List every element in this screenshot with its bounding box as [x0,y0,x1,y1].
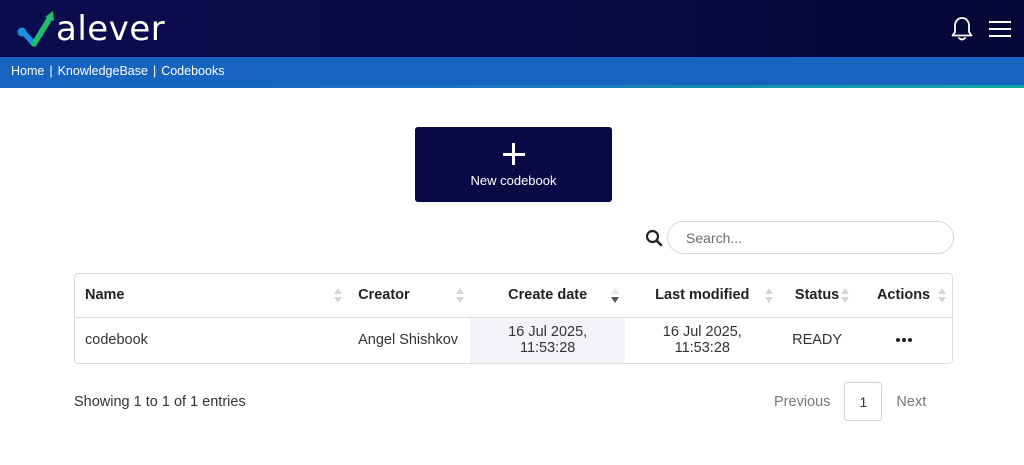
app-logo[interactable]: alever [16,8,166,49]
sort-icon [841,288,850,304]
breadcrumb-separator: | [152,64,157,78]
cell-last-modified: 16 Jul 2025, 11:53:28 [662,324,742,357]
table-row[interactable]: codebook Angel Shishkov 16 Jul 2025, 11:… [75,317,952,363]
search-input[interactable] [667,221,954,254]
plus-icon [502,143,525,165]
breadcrumb-codebooks[interactable]: Codebooks [161,64,224,78]
breadcrumb-knowledgebase[interactable]: KnowledgeBase [58,64,148,78]
column-header-actions[interactable]: Actions [855,274,952,318]
cell-name[interactable]: codebook [75,317,348,363]
column-header-label: Status [794,287,840,304]
bell-icon[interactable] [950,16,974,42]
sort-icon [765,288,774,304]
search-icon [645,229,663,246]
column-header-create-date[interactable]: Create date [469,274,626,318]
pagination: Previous 1 Next [760,382,940,421]
column-header-label: Last modified [655,287,750,304]
column-header-label: Creator [358,287,410,304]
top-navigation-bar: alever [0,0,1024,57]
column-header-label: Actions [876,287,931,304]
logo-mark-icon [17,11,54,47]
breadcrumb: Home | KnowledgeBase | Codebooks [11,64,224,78]
new-codebook-label: New codebook [470,173,557,188]
column-header-label: Create date [508,287,588,304]
next-page-button[interactable]: Next [882,394,940,410]
breadcrumb-bar: Home | KnowledgeBase | Codebooks [0,57,1024,88]
cell-status: READY [792,332,843,349]
sort-icon [455,288,464,304]
column-header-name[interactable]: Name [75,274,349,318]
breadcrumb-separator: | [49,64,53,78]
cell-creator: Angel Shishkov [358,332,459,349]
cell-create-date: 16 Jul 2025, 11:53:28 [469,317,626,363]
column-header-creator[interactable]: Creator [348,274,470,318]
breadcrumb-home[interactable]: Home [11,64,44,78]
more-horizontal-icon[interactable] [895,338,912,343]
search-area [645,221,954,254]
previous-page-button[interactable]: Previous [760,394,844,410]
column-header-last-modified[interactable]: Last modified [625,274,780,318]
new-codebook-button[interactable]: New codebook [415,127,612,202]
logo-wordmark: alever [56,9,166,49]
sort-icon [334,288,343,304]
sort-descending-icon [611,288,620,304]
table-header-row: Name Creator Create date Last modified S… [75,274,952,318]
column-header-status[interactable]: Status [779,274,856,318]
table-info: Showing 1 to 1 of 1 entries [74,394,246,410]
column-header-label: Name [85,287,125,304]
hamburger-menu-icon[interactable] [988,16,1012,42]
cell-actions [855,317,952,363]
codebooks-table: Name Creator Create date Last modified S… [74,273,953,364]
sort-icon [938,288,946,304]
page-1-button[interactable]: 1 [844,382,883,421]
